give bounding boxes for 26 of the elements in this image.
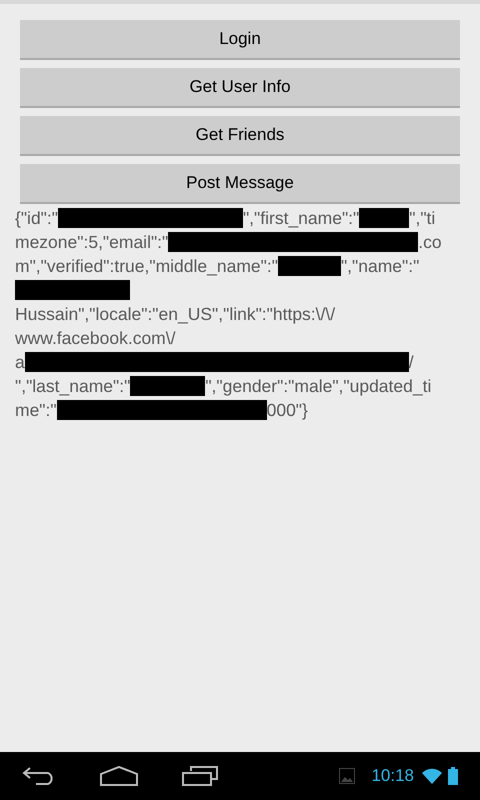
response-text: ","name":" <box>340 255 420 278</box>
response-text: Hussain","locale":"en_US","link":"https:\/\/ <box>15 303 336 326</box>
response-text: me":" <box>15 399 57 422</box>
response-text: .co <box>418 231 442 254</box>
response-text: 000"} <box>266 399 308 422</box>
response-text: www.facebook.com\/ <box>15 327 176 350</box>
response-text: ","last_name":" <box>15 375 130 398</box>
response-text: {"id":" <box>15 207 58 230</box>
recent-apps-icon[interactable] <box>182 766 218 786</box>
home-icon[interactable] <box>100 766 138 786</box>
response-text: mezone":5,"email":" <box>15 231 168 254</box>
image-notification-icon <box>339 768 356 784</box>
response-text: m","verified":true,"middle_name":" <box>15 255 278 278</box>
action-button[interactable]: Get User Info <box>20 68 460 108</box>
redaction-bar <box>278 256 341 276</box>
action-button[interactable]: Get Friends <box>20 116 460 156</box>
redaction-bar <box>359 208 410 228</box>
response-text: ","ti <box>409 207 436 230</box>
action-button[interactable]: Login <box>20 20 460 60</box>
response-text: ","first_name":" <box>242 207 360 230</box>
clock: 10:18 <box>371 765 414 788</box>
response-text: ","gender":"male","updated_ti <box>205 375 432 398</box>
response-text: a <box>15 351 25 374</box>
action-button[interactable]: Post Message <box>20 164 460 204</box>
wifi-icon <box>422 768 442 784</box>
battery-icon <box>448 767 458 785</box>
